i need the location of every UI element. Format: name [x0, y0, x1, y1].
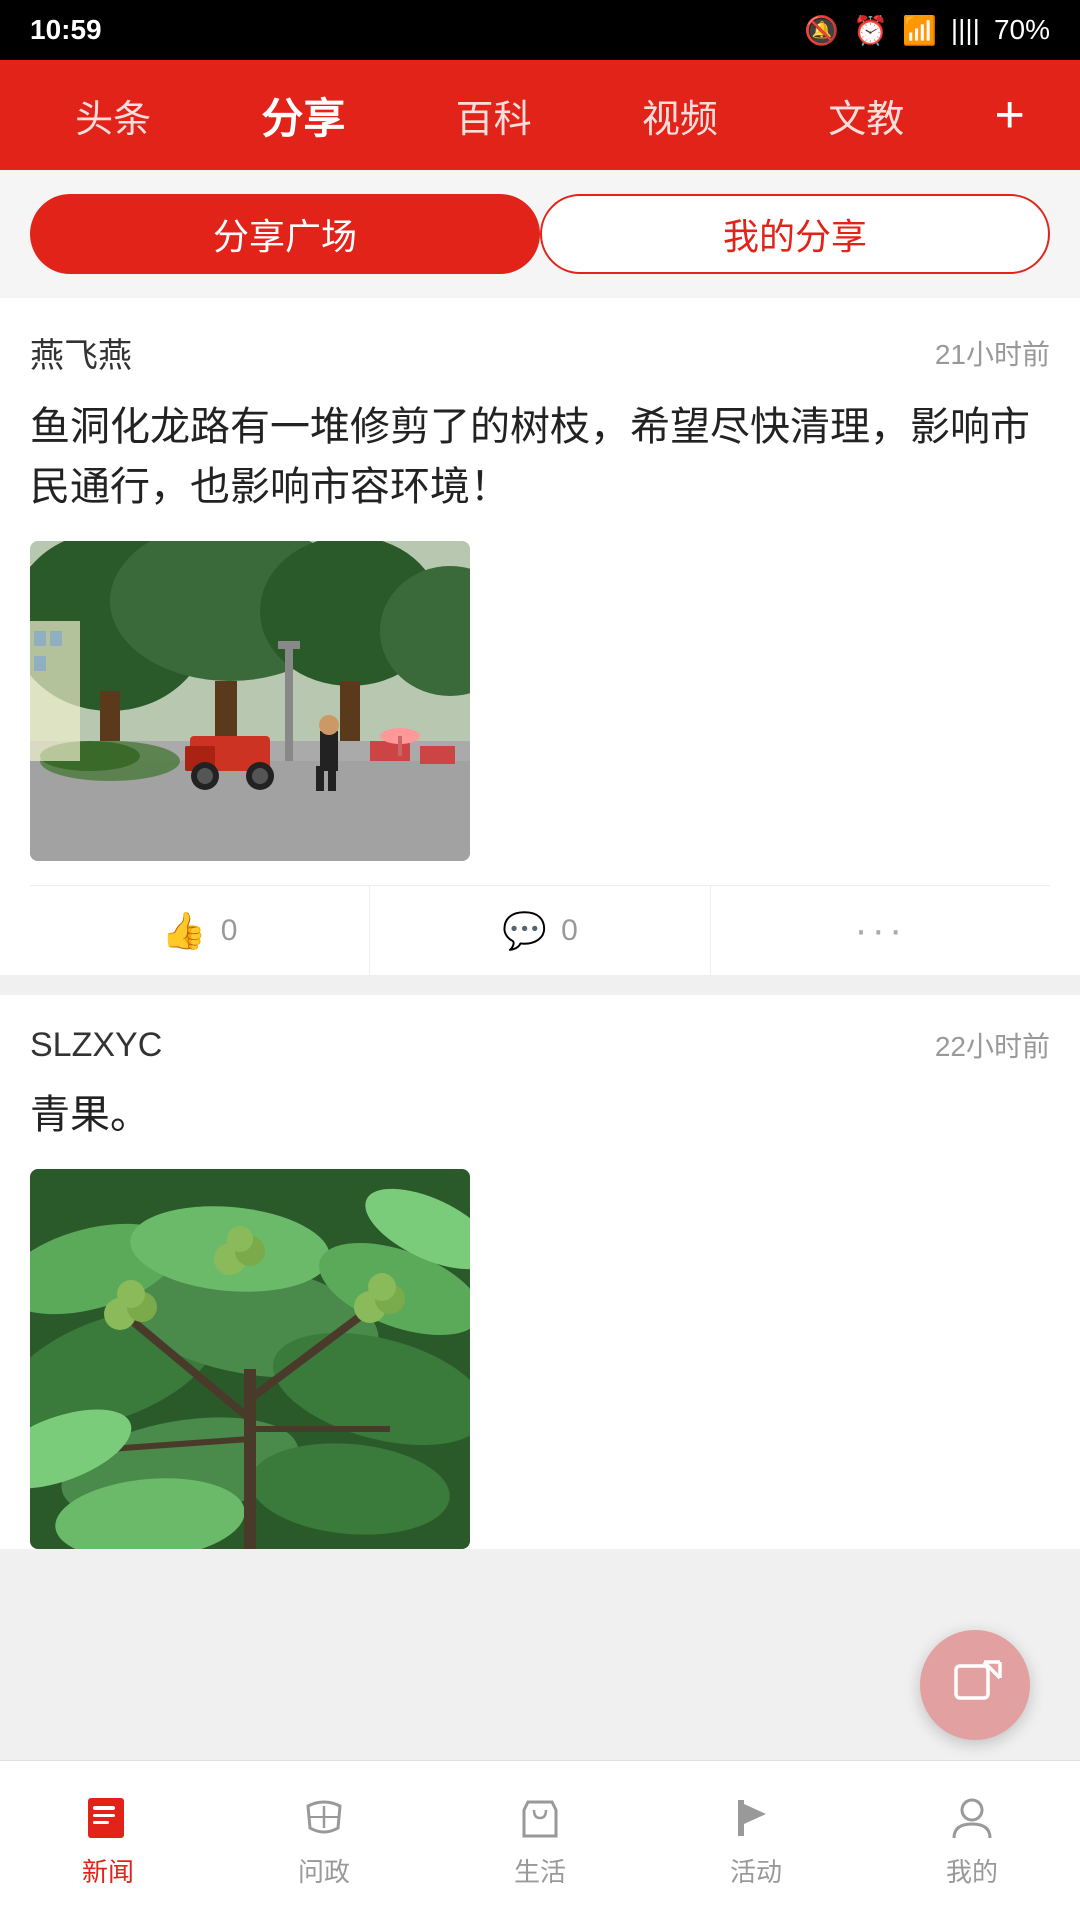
activity-icon [730, 1792, 782, 1844]
nav-video[interactable]: 视频 [622, 78, 738, 153]
post-author-1: 燕飞燕 [30, 328, 132, 377]
like-icon-1: 👍 [162, 910, 207, 952]
nav-baike[interactable]: 百科 [436, 78, 552, 153]
comment-button-1[interactable]: 💬 0 [370, 886, 710, 975]
more-button-1[interactable]: ··· [711, 886, 1050, 975]
nav-add-button[interactable]: + [994, 85, 1024, 145]
nav-share[interactable]: 分享 [241, 75, 365, 156]
news-icon [82, 1792, 134, 1844]
fab-compose-button[interactable] [920, 1630, 1030, 1740]
nav-wenjiao[interactable]: 文教 [808, 78, 924, 153]
plant-image-svg [30, 1169, 470, 1549]
post-image-1[interactable] [30, 541, 470, 861]
like-count-1: 0 [221, 914, 238, 948]
bottom-nav-news-label: 新闻 [82, 1852, 134, 1889]
compose-icon [948, 1658, 1003, 1713]
post-author-2: SLZXYC [30, 1026, 162, 1065]
post-card-2: SLZXYC 22小时前 青果。 [0, 995, 1080, 1549]
tab-my-share[interactable]: 我的分享 [540, 194, 1050, 274]
nav-toutiao[interactable]: 头条 [55, 78, 171, 153]
content-area: 燕飞燕 21小时前 鱼洞化龙路有一堆修剪了的树枝，希望尽快清理，影响市民通行，也… [0, 298, 1080, 1549]
like-button-1[interactable]: 👍 0 [30, 886, 370, 975]
wenzheng-icon [298, 1792, 350, 1844]
bottom-nav-life[interactable]: 生活 [494, 1782, 586, 1899]
life-icon [514, 1792, 566, 1844]
mute-icon: 🔕 [804, 14, 839, 47]
status-bar: 10:59 🔕 ⏰ 📶 |||| 70% [0, 0, 1080, 60]
bottom-nav-life-label: 生活 [514, 1852, 566, 1889]
bottom-nav-profile[interactable]: 我的 [926, 1782, 1018, 1899]
post-card-1: 燕飞燕 21小时前 鱼洞化龙路有一堆修剪了的树枝，希望尽快清理，影响市民通行，也… [0, 298, 1080, 975]
divider-1 [0, 975, 1080, 995]
post-header-2: SLZXYC 22小时前 [30, 1025, 1050, 1065]
comment-count-1: 0 [561, 914, 578, 948]
bottom-nav-activity[interactable]: 活动 [710, 1782, 802, 1899]
bottom-nav-news[interactable]: 新闻 [62, 1782, 154, 1899]
bottom-nav-wenzheng[interactable]: 问政 [278, 1782, 370, 1899]
post-image-2[interactable] [30, 1169, 470, 1549]
post-content-1: 鱼洞化龙路有一堆修剪了的树枝，希望尽快清理，影响市民通行，也影响市容环境！ [30, 397, 1050, 517]
post-header-1: 燕飞燕 21小时前 [30, 328, 1050, 377]
alarm-icon: ⏰ [853, 14, 888, 47]
bottom-nav-wenzheng-label: 问政 [298, 1852, 350, 1889]
tab-share-square[interactable]: 分享广场 [30, 194, 540, 274]
tab-selector: 分享广场 我的分享 [0, 170, 1080, 298]
battery-label: 70% [994, 14, 1050, 46]
bottom-nav: 新闻 问政 生活 活动 我的 [0, 1760, 1080, 1920]
post-content-2: 青果。 [30, 1085, 1050, 1145]
profile-icon [946, 1792, 998, 1844]
wifi-icon: 📶 [902, 14, 937, 47]
post-time-2: 22小时前 [935, 1025, 1050, 1065]
nav-bar: 头条 分享 百科 视频 文教 + [0, 60, 1080, 170]
street-image-svg [30, 541, 470, 861]
post-actions-1: 👍 0 💬 0 ··· [30, 885, 1050, 975]
bottom-nav-profile-label: 我的 [946, 1852, 998, 1889]
comment-icon-1: 💬 [502, 910, 547, 952]
bottom-nav-activity-label: 活动 [730, 1852, 782, 1889]
signal-icon: |||| [951, 14, 980, 46]
status-icons: 🔕 ⏰ 📶 |||| 70% [804, 14, 1050, 47]
post-time-1: 21小时前 [935, 333, 1050, 373]
status-time: 10:59 [30, 14, 102, 46]
